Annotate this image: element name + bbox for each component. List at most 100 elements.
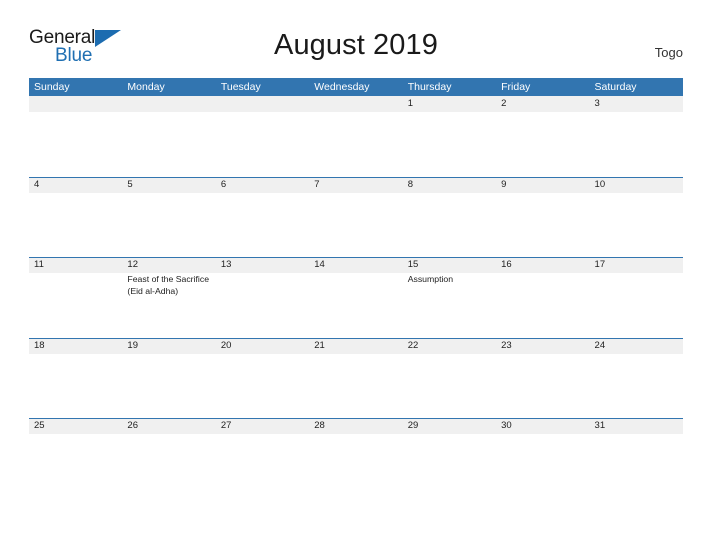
- day-events: [501, 354, 585, 355]
- day-cell[interactable]: 3: [590, 96, 683, 177]
- day-number: 19: [127, 339, 138, 351]
- page-title: August 2019: [274, 29, 438, 61]
- day-number: 29: [407, 420, 419, 431]
- day-cell[interactable]: 24: [590, 338, 683, 419]
- calendar-week-row: 25 26 27 28 29 30 31: [29, 418, 683, 499]
- day-number: 27: [220, 420, 232, 431]
- day-number: 5: [127, 178, 133, 190]
- day-cell[interactable]: 17: [590, 257, 683, 338]
- day-events: [127, 434, 211, 435]
- day-number: 14: [314, 259, 325, 270]
- day-events: [501, 112, 585, 113]
- week-day-cells: 4 5 6 7 8 9 10: [29, 177, 683, 258]
- calendar-week-row: 11 12 Feast of the Sacrifice (Eid al-Adha)…: [29, 257, 683, 338]
- day-header-saturday: Saturday: [594, 81, 637, 93]
- day-cell[interactable]: 1: [403, 96, 496, 177]
- calendar-page: General Blue August 2019 Togo Sunday Mon…: [0, 0, 712, 550]
- day-number: 21: [314, 339, 325, 351]
- day-cell[interactable]: 16: [496, 257, 589, 338]
- day-of-week-header-row: Sunday Monday Tuesday Wednesday Thursday…: [29, 78, 683, 96]
- day-cell[interactable]: 31: [590, 418, 683, 499]
- calendar-week-row: 4 5 6 7 8 9 10: [29, 176, 683, 258]
- day-cell[interactable]: 8: [403, 177, 496, 258]
- day-events: [595, 273, 679, 274]
- day-cell[interactable]: 15 Assumption: [403, 257, 496, 338]
- day-events: [408, 112, 492, 113]
- day-number: 15: [407, 259, 419, 270]
- day-cell[interactable]: 10: [590, 177, 683, 258]
- day-cell[interactable]: 6: [216, 177, 309, 258]
- day-cell[interactable]: 30: [496, 418, 589, 499]
- day-cell[interactable]: 5: [122, 177, 215, 258]
- holiday-event-label: Assumption: [407, 274, 454, 284]
- day-number: 2: [501, 98, 507, 109]
- day-events: [314, 112, 398, 113]
- day-cell[interactable]: 12 Feast of the Sacrifice (Eid al-Adha): [122, 257, 215, 338]
- day-events: [34, 193, 118, 194]
- day-cell[interactable]: 18: [29, 338, 122, 419]
- calendar-weeks: 1 2 3 4 5 6 7 8 9 10 11 12 Feast of the Sacrifice (E…: [29, 96, 683, 499]
- day-cell[interactable]: 14: [309, 257, 402, 338]
- week-day-cells: 11 12 Feast of the Sacrifice (Eid al-Adha)…: [29, 257, 683, 338]
- day-events: [127, 112, 211, 113]
- day-events: [314, 273, 398, 274]
- day-cell[interactable]: 2: [496, 96, 589, 177]
- day-cell[interactable]: 11: [29, 257, 122, 338]
- day-events: [595, 434, 679, 435]
- day-cell[interactable]: 20: [216, 338, 309, 419]
- week-day-cells: 18 19 20 21 22 23 24: [29, 338, 683, 419]
- day-number: 3: [594, 98, 600, 109]
- day-number: 12: [127, 259, 138, 270]
- day-header-wednesday: Wednesday: [314, 81, 370, 93]
- day-events: [221, 112, 305, 113]
- day-events: [221, 193, 305, 194]
- day-cell[interactable]: 7: [309, 177, 402, 258]
- day-events: [314, 193, 398, 194]
- day-cell-empty: [309, 96, 402, 177]
- country-label: Togo: [654, 45, 683, 60]
- day-cell[interactable]: 23: [496, 338, 589, 419]
- day-events: [34, 354, 118, 355]
- day-events: [595, 112, 679, 113]
- day-number: 10: [594, 178, 606, 190]
- day-cell[interactable]: 26: [122, 418, 215, 499]
- day-cell[interactable]: 27: [216, 418, 309, 499]
- day-header-friday: Friday: [501, 81, 531, 93]
- day-number: 1: [407, 98, 413, 109]
- day-header-monday: Monday: [127, 81, 165, 93]
- day-events: [221, 434, 305, 435]
- day-events: [408, 354, 492, 355]
- day-number: 4: [34, 178, 40, 190]
- day-cell[interactable]: 22: [403, 338, 496, 419]
- day-number: 23: [501, 339, 512, 351]
- holiday-event-label: Feast of the Sacrifice (Eid al-Adha): [127, 274, 210, 296]
- day-cell[interactable]: 9: [496, 177, 589, 258]
- day-number: 31: [594, 420, 606, 431]
- day-cell[interactable]: 19: [122, 338, 215, 419]
- day-number: 9: [501, 178, 507, 190]
- page-header: General Blue August 2019 Togo: [0, 0, 712, 78]
- week-day-cells: 1 2 3: [29, 96, 683, 177]
- day-number: 24: [594, 339, 606, 351]
- day-events: [501, 273, 585, 274]
- day-cell[interactable]: 21: [309, 338, 402, 419]
- day-events: [314, 354, 398, 355]
- day-cell[interactable]: 13: [216, 257, 309, 338]
- day-number: 7: [314, 178, 320, 190]
- day-events: [408, 434, 492, 435]
- day-number: 26: [127, 420, 138, 431]
- day-events: [595, 354, 679, 355]
- day-header-sunday: Sunday: [34, 81, 70, 93]
- week-day-cells: 25 26 27 28 29 30 31: [29, 418, 683, 499]
- day-events: [595, 193, 679, 194]
- day-events: [408, 193, 492, 194]
- day-cell[interactable]: 28: [309, 418, 402, 499]
- day-cell[interactable]: 4: [29, 177, 122, 258]
- day-events: [34, 434, 118, 435]
- day-events: [34, 273, 118, 274]
- day-cell[interactable]: 29: [403, 418, 496, 499]
- day-events: [314, 434, 398, 435]
- day-header-thursday: Thursday: [407, 81, 452, 93]
- day-events: [501, 434, 585, 435]
- day-cell[interactable]: 25: [29, 418, 122, 499]
